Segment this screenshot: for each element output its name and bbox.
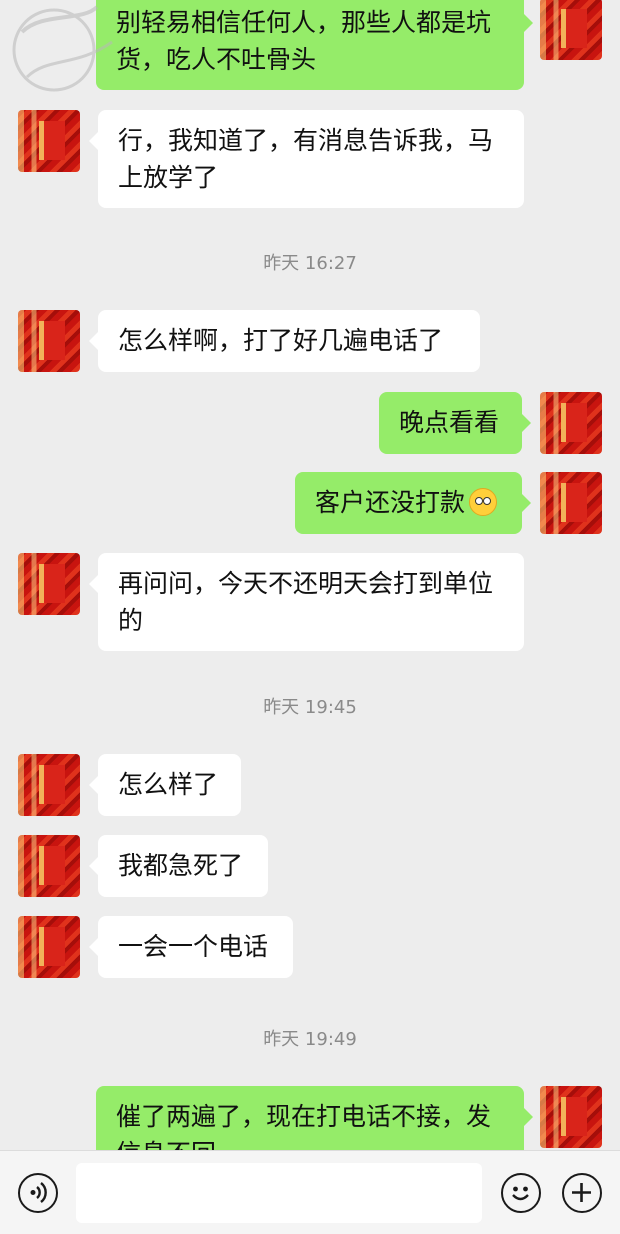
contact-avatar[interactable] [18,916,80,978]
timestamp: 昨天 16:27 [263,253,357,274]
message-text: 我都急死了 [118,851,244,880]
input-bar [0,1150,620,1234]
contact-avatar[interactable] [18,553,80,615]
message-bubble[interactable]: 客户还没打款 [295,472,531,534]
message-bubble[interactable]: 晚点看看 [379,392,531,454]
message-text: 再问问，今天不还明天会打到单位的 [118,569,494,635]
message-bubble[interactable]: 一会一个电话 [89,916,293,978]
chat-area[interactable]: 别轻易相信任何人，那些人都是坑货，吃人不吐骨头 行，我知道了，有消息告诉我，马上… [0,0,620,1150]
message-bubble[interactable]: 我都急死了 [89,835,268,897]
message-text: 催了两遍了，现在打电话不接，发信息不回 [116,1102,492,1150]
contact-avatar[interactable] [18,754,80,816]
my-avatar[interactable] [540,392,602,454]
contact-avatar[interactable] [18,310,80,372]
message-text: 晚点看看 [399,408,500,437]
emoji-icon[interactable] [501,1173,541,1213]
message-text: 怎么样啊，打了好几遍电话了 [118,326,444,355]
message-bubble[interactable]: 怎么样啊，打了好几遍电话了 [89,310,480,372]
message-bubble[interactable]: 别轻易相信任何人，那些人都是坑货，吃人不吐骨头 [96,0,533,90]
timestamp: 昨天 19:45 [263,697,357,718]
plus-icon[interactable] [562,1173,602,1213]
message-bubble[interactable]: 行，我知道了，有消息告诉我，马上放学了 [89,110,524,208]
timestamp: 昨天 19:49 [263,1029,357,1050]
my-avatar[interactable] [540,472,602,534]
message-text: 别轻易相信任何人，那些人都是坑货，吃人不吐骨头 [116,8,492,74]
contact-avatar[interactable] [18,110,80,172]
message-bubble[interactable]: 再问问，今天不还明天会打到单位的 [89,553,524,651]
flushed-face-emoji-icon [469,488,498,516]
my-avatar[interactable] [540,0,602,60]
message-input[interactable] [76,1163,482,1223]
contact-avatar[interactable] [18,835,80,897]
message-bubble[interactable]: 催了两遍了，现在打电话不接，发信息不回 [96,1086,533,1150]
message-text: 客户还没打款 [315,488,466,517]
message-text: 怎么样了 [118,770,219,799]
message-text: 一会一个电话 [118,932,269,961]
message-bubble[interactable]: 怎么样了 [89,754,241,816]
message-text: 行，我知道了，有消息告诉我，马上放学了 [118,126,494,192]
my-avatar[interactable] [540,1086,602,1148]
voice-icon[interactable] [18,1173,58,1213]
